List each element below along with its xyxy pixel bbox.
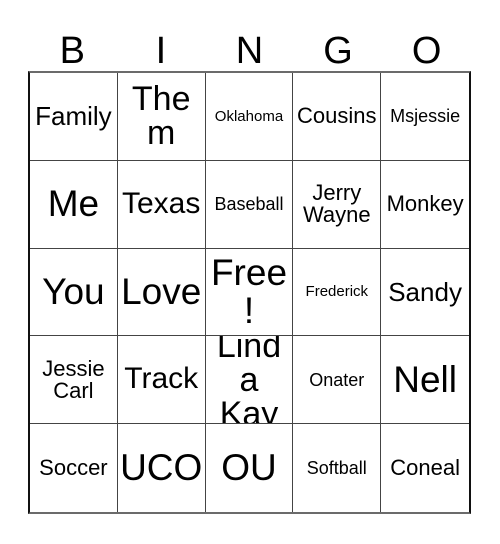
bingo-cell[interactable]: Monkey <box>381 160 469 249</box>
bingo-cell-label: Softball <box>306 457 367 478</box>
bingo-cell[interactable]: Linda Kay <box>205 336 294 425</box>
bingo-cell-label: Baseball <box>214 194 284 215</box>
bingo-cell[interactable]: OU <box>205 424 294 512</box>
bingo-card: B I N G O Family Them Oklahoma Cousins Msjes… <box>0 0 500 544</box>
bingo-cell-label: Monkey <box>386 190 464 216</box>
bingo-cell[interactable]: Texas <box>117 160 206 249</box>
bingo-cell-label: You <box>42 271 105 313</box>
bingo-cell[interactable]: Track <box>117 336 206 425</box>
bingo-cell-label: Jessie Carl <box>42 355 105 403</box>
bingo-cell[interactable]: Baseball <box>205 160 294 249</box>
bingo-cell-label: Track <box>124 362 199 396</box>
bingo-cell-label: Family <box>35 101 112 132</box>
bingo-cell-label: Msjessie <box>390 106 461 127</box>
bingo-cell[interactable]: Coneal <box>381 424 469 512</box>
bingo-cell[interactable]: Jerry Wayne <box>293 160 382 249</box>
bingo-cell-label: Onater <box>309 369 365 390</box>
bingo-cell[interactable]: Onater <box>293 336 382 425</box>
bingo-cell-label: Me <box>47 183 100 225</box>
bingo-cell-label: Coneal <box>390 454 460 480</box>
bingo-cell[interactable]: Love <box>117 248 206 337</box>
bingo-cell[interactable]: Sandy <box>381 248 469 337</box>
bingo-header-row: B I N G O <box>28 16 471 71</box>
bingo-header-letter-n: N <box>235 30 264 72</box>
bingo-cell-label: Texas <box>122 186 201 220</box>
bingo-cell[interactable]: Family <box>30 73 118 161</box>
bingo-cell[interactable]: Jessie Carl <box>30 336 118 425</box>
bingo-cell[interactable]: Softball <box>293 424 382 512</box>
bingo-cell-label: Nell <box>393 358 457 400</box>
bingo-cell-label: Sandy <box>388 276 462 307</box>
bingo-cell-label: Them <box>131 79 191 153</box>
bingo-cell-label: Frederick <box>305 283 369 301</box>
bingo-cell-label: Cousins <box>297 103 377 129</box>
bingo-header-letter-i: I <box>155 30 167 72</box>
bingo-cell[interactable]: Them <box>117 73 206 161</box>
bingo-cell[interactable]: Soccer <box>30 424 118 512</box>
bingo-cell[interactable]: Msjessie <box>381 73 469 161</box>
bingo-cell[interactable]: Oklahoma <box>205 73 294 161</box>
bingo-cell-label: Free! <box>210 252 288 331</box>
bingo-cell-label: Soccer <box>39 454 108 480</box>
bingo-cell[interactable]: Cousins <box>293 73 382 161</box>
bingo-cell[interactable]: Nell <box>381 336 469 425</box>
bingo-header-letter-b: B <box>59 30 85 72</box>
bingo-grid: Family Them Oklahoma Cousins Msjessie Me Texas… <box>28 71 471 514</box>
bingo-header-letter-g: G <box>323 30 353 72</box>
bingo-cell-label: Oklahoma <box>214 107 284 125</box>
bingo-cell[interactable]: Frederick <box>293 248 382 337</box>
bingo-cell[interactable]: You <box>30 248 118 337</box>
bingo-cell-label: UCO <box>120 447 203 489</box>
bingo-cell-label: Linda Kay <box>216 336 282 425</box>
bingo-cell-free-space[interactable]: Free! <box>205 248 294 337</box>
bingo-cell[interactable]: UCO <box>117 424 206 512</box>
bingo-cell-label: Love <box>121 271 202 313</box>
bingo-cell[interactable]: Me <box>30 160 118 249</box>
bingo-header-letter-o: O <box>411 30 442 72</box>
bingo-cell-label: Jerry Wayne <box>302 180 371 228</box>
bingo-cell-label: OU <box>221 447 277 489</box>
